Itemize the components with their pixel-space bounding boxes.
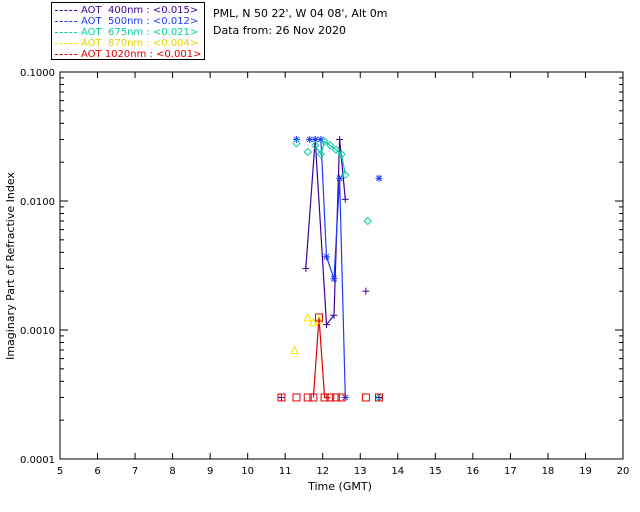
data-point-asterisk	[322, 253, 330, 261]
x-tick-label: 11	[279, 466, 292, 477]
y-tick-label: 0.0100	[20, 197, 55, 208]
x-axis-label: Time (GMT)	[307, 480, 372, 493]
legend-label-870nm: AOT 870nm : <0.004>	[81, 38, 199, 49]
x-tick-label: 20	[617, 466, 630, 477]
x-tick-label: 12	[316, 466, 329, 477]
data-point-diamond	[303, 147, 312, 157]
legend-label-675nm: AOT 675nm : <0.021>	[81, 27, 199, 38]
x-tick-label: 8	[169, 466, 175, 477]
data-point-square	[292, 393, 301, 402]
legend-label-400nm: AOT 400nm : <0.015>	[81, 5, 199, 16]
data-point-plus	[277, 393, 285, 401]
x-tick-label: 19	[579, 466, 592, 477]
y-tick-label: 0.0001	[20, 455, 55, 466]
x-tick-label: 16	[466, 466, 479, 477]
y-tick-label: 0.0010	[20, 326, 55, 337]
series-line-4	[312, 317, 331, 399]
data-point-diamond	[363, 216, 372, 226]
x-tick-label: 18	[542, 466, 555, 477]
x-axis-ticks: 5 6 7 8 9 10 11 12 13 14 15 16 17 18 19 20	[57, 72, 630, 477]
data-point-plus	[362, 287, 370, 295]
data-point-plus	[336, 135, 344, 143]
legend-swatch-1020nm	[55, 54, 77, 55]
y-tick-label: 0.1000	[20, 68, 55, 79]
y-axis-ticks: 0.0001 0.0010 0.0100 0.1000	[20, 68, 623, 466]
legend-label-1020nm: AOT 1020nm : <0.001>	[81, 49, 202, 60]
data-point-triangle	[290, 345, 299, 354]
y-axis-label: Imaginary Part of Refractive Index	[4, 172, 17, 360]
legend-item-675nm: AOT 675nm : <0.021>	[55, 27, 198, 38]
chart-canvas: 5 6 7 8 9 10 11 12 13 14 15 16 17 18 19 20 0.0001 0.0010…	[4, 68, 630, 493]
x-tick-label: 9	[207, 466, 213, 477]
data-point-square	[361, 393, 370, 402]
x-tick-label: 10	[241, 466, 254, 477]
legend: AOT 400nm : <0.015> AOT 500nm : <0.012> …	[51, 2, 205, 60]
x-tick-label: 14	[391, 466, 404, 477]
legend-item-1020nm: AOT 1020nm : <0.001>	[55, 49, 201, 60]
data-point-plus	[341, 195, 349, 203]
data-point-asterisk	[336, 174, 344, 182]
data-point-plus	[375, 393, 383, 401]
legend-swatch-870nm	[55, 43, 77, 44]
x-tick-label: 5	[57, 466, 63, 477]
legend-item-500nm: AOT 500nm : <0.012>	[55, 16, 198, 27]
legend-swatch-500nm	[55, 21, 77, 22]
data-point-asterisk	[330, 275, 338, 283]
data-point-plus	[302, 264, 310, 272]
legend-item-400nm: AOT 400nm : <0.015>	[55, 5, 198, 16]
x-tick-label: 15	[429, 466, 442, 477]
x-tick-label: 13	[354, 466, 367, 477]
x-tick-label: 7	[132, 466, 138, 477]
legend-swatch-675nm	[55, 32, 77, 33]
legend-label-500nm: AOT 500nm : <0.012>	[81, 16, 199, 27]
site-location-text: PML, N 50 22', W 04 08', Alt 0m	[213, 7, 388, 20]
x-tick-label: 6	[94, 466, 100, 477]
legend-swatch-400nm	[55, 10, 77, 11]
data-date-text: Data from: 26 Nov 2020	[213, 24, 347, 37]
data-point-asterisk	[375, 174, 383, 182]
data-point-triangle	[303, 312, 313, 322]
legend-item-870nm: AOT 870nm : <0.004>	[55, 38, 198, 49]
x-tick-label: 17	[504, 466, 517, 477]
